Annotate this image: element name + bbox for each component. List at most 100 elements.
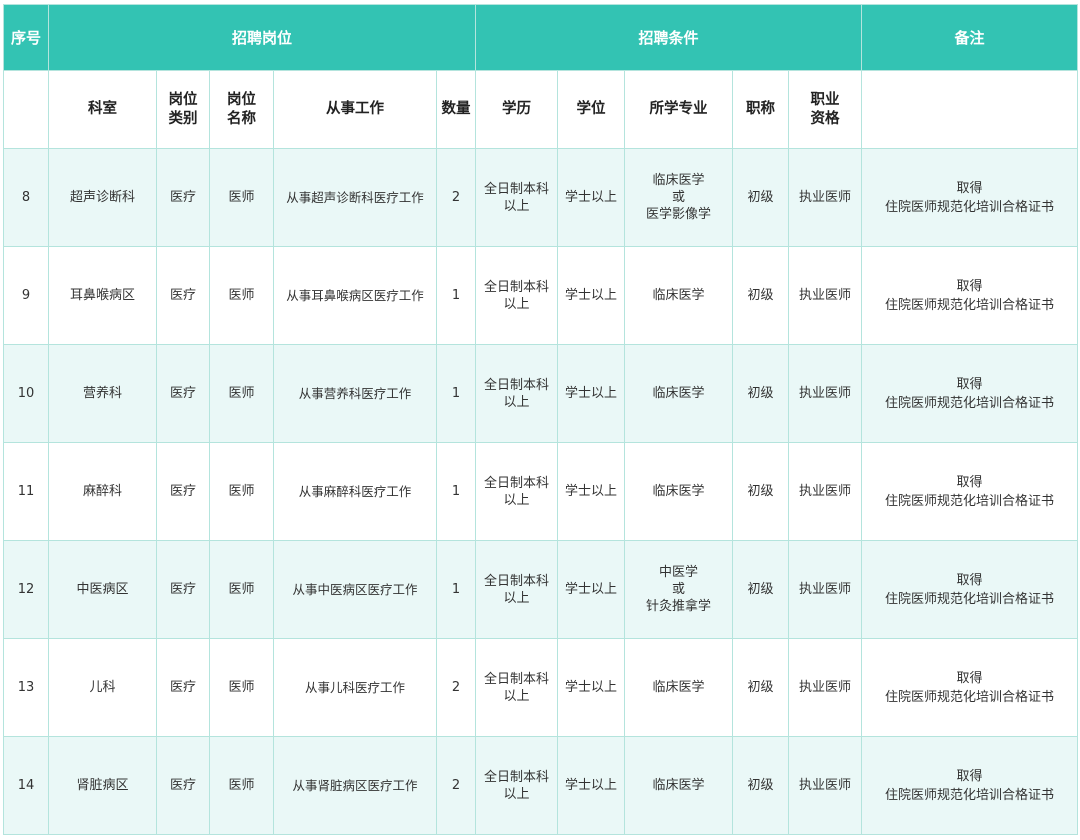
header-position-group: 招聘岗位 <box>47 4 477 71</box>
cell-post: 医师 <box>209 246 274 345</box>
cell-post: 医师 <box>209 638 274 737</box>
cell-work: 从事超声诊断科医疗工作 <box>273 148 437 247</box>
cell-major: 临床医学 <box>624 442 734 541</box>
cell-education-line: 全日制本科 <box>484 671 550 687</box>
column-header-qualification: 职业 资格 <box>788 70 863 149</box>
column-header-degree: 学位 <box>557 70 626 149</box>
cell-seq: 11 <box>3 442 49 541</box>
cell-note-line: 住院医师规范化培训合格证书 <box>885 297 1055 313</box>
cell-education-line: 全日制本科 <box>484 475 550 491</box>
cell-category: 医疗 <box>156 246 210 345</box>
cell-post: 医师 <box>209 148 274 247</box>
cell-note: 取得住院医师规范化培训合格证书 <box>861 246 1079 345</box>
cell-qualification: 执业医师 <box>788 540 863 639</box>
cell-education-line: 全日制本科 <box>484 769 550 785</box>
cell-education-line: 以上 <box>503 394 530 410</box>
cell-major: 临床医学 <box>624 344 734 443</box>
cell-major-line: 医学影像学 <box>646 207 712 222</box>
cell-education: 全日制本科 以上 <box>475 442 559 541</box>
cell-education-line: 全日制本科 <box>484 377 550 393</box>
cell-major-line: 临床医学 <box>652 778 705 793</box>
cell-note-line: 取得 <box>956 278 983 294</box>
column-header-education: 学历 <box>475 70 559 149</box>
cell-education: 全日制本科 以上 <box>475 638 559 737</box>
column-header-category-line: 岗位 <box>168 91 198 108</box>
column-header-row: 科室 岗位 类别 岗位 名称 从事工作 数量 学历 学位 所学专业 职称 职业 … <box>3 70 1079 149</box>
cell-title: 初级 <box>732 638 790 737</box>
cell-work: 从事营养科医疗工作 <box>273 344 437 443</box>
column-header-title: 职称 <box>732 70 790 149</box>
cell-count: 1 <box>435 442 477 541</box>
column-header-post-name-line: 岗位 <box>227 91 256 108</box>
cell-dept: 肾脏病区 <box>48 736 157 835</box>
column-header-remarks-blank <box>861 70 1079 149</box>
recruitment-table: 序号 招聘岗位 招聘条件 备注 科室 岗位 类别 岗位 名称 从事工作 数量 学… <box>3 4 1079 835</box>
header-conditions-group: 招聘条件 <box>475 4 863 71</box>
cell-note: 取得 住院医师规范化培训合格证书 <box>861 442 1079 541</box>
cell-major-line: 临床医学 <box>652 173 705 188</box>
cell-category: 医疗 <box>156 344 210 443</box>
cell-note-line: 取得 <box>956 768 983 784</box>
cell-major: 中医学或针灸推拿学 <box>624 540 734 639</box>
column-header-post-name-line: 名称 <box>227 110 256 127</box>
cell-title: 初级 <box>732 344 790 443</box>
cell-category: 医疗 <box>156 638 210 737</box>
cell-qualification: 执业医师 <box>788 736 863 835</box>
cell-major-line: 临床医学 <box>652 386 705 401</box>
cell-post: 医师 <box>209 736 274 835</box>
cell-note-line: 住院医师规范化培训合格证书 <box>885 787 1055 803</box>
table-body: 8 超声诊断科 医疗 医师 从事超声诊断科医疗工作 2 全日制本科 以上 学士以上 临床医学或医学… <box>3 148 1079 835</box>
cell-major-line: 中医学 <box>659 565 699 580</box>
cell-qualification: 执业医师 <box>788 148 863 247</box>
cell-degree: 学士以上 <box>557 246 626 345</box>
cell-post: 医师 <box>209 540 274 639</box>
cell-education: 全日制本科 以上 <box>475 736 559 835</box>
cell-major-line: 或 <box>672 190 686 205</box>
cell-note: 取得住院医师规范化培训合格证书 <box>861 736 1079 835</box>
cell-degree: 学士以上 <box>557 442 626 541</box>
recruitment-table-container: 序号 招聘岗位 招聘条件 备注 科室 岗位 类别 岗位 名称 从事工作 数量 学… <box>3 4 1079 835</box>
table-row: 10 营养科 医疗 医师 从事营养科医疗工作 1 全日制本科 以上 学士以上 临床医学 初级 执业医师… <box>3 344 1079 443</box>
cell-note-line: 取得 <box>956 670 983 686</box>
cell-category: 医疗 <box>156 540 210 639</box>
cell-education-line: 以上 <box>503 590 530 606</box>
cell-work: 从事儿科医疗工作 <box>273 638 437 737</box>
cell-education: 全日制本科 以上 <box>475 148 559 247</box>
cell-title: 初级 <box>732 442 790 541</box>
cell-title: 初级 <box>732 540 790 639</box>
cell-seq: 10 <box>3 344 49 443</box>
cell-note-line: 住院医师规范化培训合格证书 <box>885 395 1055 411</box>
cell-seq: 13 <box>3 638 49 737</box>
cell-note: 取得住院医师规范化培训合格证书 <box>861 344 1079 443</box>
cell-degree: 学士以上 <box>557 736 626 835</box>
cell-dept: 营养科 <box>48 344 157 443</box>
cell-degree: 学士以上 <box>557 638 626 737</box>
column-header-qualification-line: 职业 <box>810 91 840 108</box>
column-header-major: 所学专业 <box>624 70 734 149</box>
cell-seq: 8 <box>3 148 49 247</box>
cell-qualification: 执业医师 <box>788 246 863 345</box>
table-row: 11 麻醉科 医疗 医师 从事麻醉科医疗工作 1 全日制本科 以上 学士以上 临床医学 初级 执业医师… <box>3 442 1079 541</box>
cell-note-line: 取得 <box>956 376 983 392</box>
table-row: 8 超声诊断科 医疗 医师 从事超声诊断科医疗工作 2 全日制本科 以上 学士以上 临床医学或医学… <box>3 148 1079 247</box>
cell-dept: 麻醉科 <box>48 442 157 541</box>
cell-category: 医疗 <box>156 736 210 835</box>
cell-count: 1 <box>435 246 477 345</box>
header-remarks: 备注 <box>861 4 1079 71</box>
cell-work: 从事肾脏病区医疗工作 <box>273 736 437 835</box>
cell-degree: 学士以上 <box>557 344 626 443</box>
column-header-category-line: 类别 <box>168 110 198 127</box>
column-header-dept: 科室 <box>48 70 157 149</box>
cell-education-line: 以上 <box>503 492 530 508</box>
column-header-count: 数量 <box>435 70 477 149</box>
column-header-seq-blank <box>3 70 49 149</box>
cell-major-line: 临床医学 <box>652 484 705 499</box>
cell-note-line: 住院医师规范化培训合格证书 <box>885 689 1055 705</box>
cell-major: 临床医学 <box>624 638 734 737</box>
column-header-category: 岗位 类别 <box>156 70 210 149</box>
cell-note: 取得 住院医师规范化培训合格证书 <box>861 148 1079 247</box>
cell-count: 1 <box>435 540 477 639</box>
cell-degree: 学士以上 <box>557 540 626 639</box>
cell-note-line: 取得 <box>956 572 983 588</box>
cell-education-line: 全日制本科 <box>484 279 550 295</box>
